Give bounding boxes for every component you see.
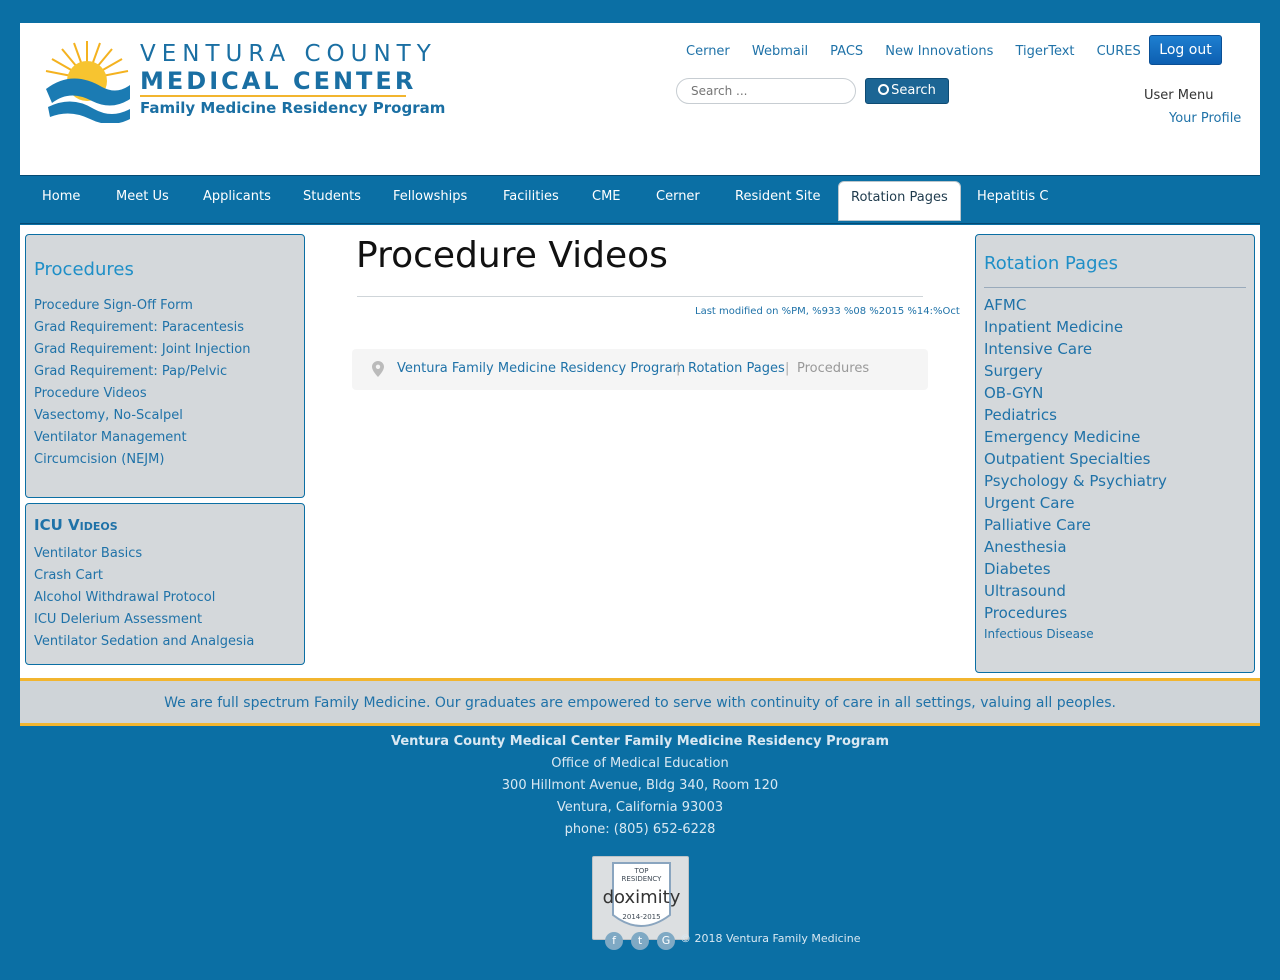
doximity-brand-text: doximity bbox=[602, 887, 681, 908]
twitter-icon[interactable]: t bbox=[631, 932, 649, 950]
rotation-link[interactable]: Palliative Care bbox=[984, 516, 1091, 534]
icu-videos-panel: ICU Videos Ventilator Basics Crash Cart … bbox=[25, 503, 305, 665]
footer-address-line2: Ventura, California 93003 bbox=[556, 800, 724, 815]
rotation-pages-panel: Rotation Pages AFMC Inpatient Medicine I… bbox=[975, 234, 1255, 673]
title-divider bbox=[357, 296, 923, 297]
site-footer: Ventura County Medical Center Family Med… bbox=[0, 734, 1280, 844]
footer-copyright: © 2018 Ventura Family Medicine bbox=[680, 932, 861, 945]
search-button[interactable]: Search bbox=[865, 78, 949, 104]
rotation-link[interactable]: Psychology & Psychiatry bbox=[984, 472, 1167, 490]
procedures-link[interactable]: Procedure Sign-Off Form bbox=[34, 298, 193, 313]
top-link-tigertext[interactable]: TigerText bbox=[1015, 44, 1074, 59]
sunrise-logo-icon bbox=[45, 41, 130, 123]
icu-videos-link[interactable]: Ventilator Sedation and Analgesia bbox=[34, 634, 254, 649]
icu-videos-link[interactable]: Ventilator Basics bbox=[34, 546, 142, 561]
rotation-link[interactable]: Surgery bbox=[984, 362, 1043, 380]
nav-item-cme[interactable]: CME bbox=[592, 189, 621, 204]
procedures-link[interactable]: Grad Requirement: Joint Injection bbox=[34, 342, 251, 357]
main-nav: Home Meet Us Applicants Students Fellows… bbox=[20, 175, 1260, 224]
nav-item-applicants[interactable]: Applicants bbox=[203, 189, 271, 204]
footer-address-line1: 300 Hillmont Avenue, Bldg 340, Room 120 bbox=[501, 778, 779, 793]
breadcrumb-separator: | bbox=[785, 361, 790, 376]
footer-office: Office of Medical Education bbox=[551, 756, 729, 771]
procedures-link[interactable]: Grad Requirement: Pap/Pelvic bbox=[34, 364, 227, 379]
rotation-pages-divider bbox=[984, 287, 1246, 288]
last-modified: Last modified on %PM, %933 %08 %2015 %14… bbox=[695, 306, 960, 317]
search-button-label: Search bbox=[891, 83, 936, 98]
rotation-link[interactable]: Emergency Medicine bbox=[984, 428, 1140, 446]
map-pin-icon bbox=[372, 361, 384, 377]
site-logo[interactable]: VENTURA COUNTY MEDICAL CENTER Family Med… bbox=[42, 39, 445, 123]
breadcrumb: Ventura Family Medicine Residency Progra… bbox=[352, 349, 928, 390]
top-link-new-innovations[interactable]: New Innovations bbox=[885, 44, 993, 59]
badge-top-text: TOP bbox=[634, 867, 649, 875]
top-link-webmail[interactable]: Webmail bbox=[752, 44, 808, 59]
nav-item-hepatitis-c[interactable]: Hepatitis C bbox=[977, 189, 1048, 204]
rotation-link[interactable]: Intensive Care bbox=[984, 340, 1092, 358]
nav-item-cerner[interactable]: Cerner bbox=[656, 189, 700, 204]
facebook-icon[interactable]: f bbox=[605, 932, 623, 950]
icu-videos-link[interactable]: Crash Cart bbox=[34, 568, 103, 583]
site-header: VENTURA COUNTY MEDICAL CENTER Family Med… bbox=[20, 23, 1260, 175]
rotation-link[interactable]: AFMC bbox=[984, 296, 1026, 314]
logo-divider bbox=[140, 95, 406, 97]
rotation-pages-panel-title: Rotation Pages bbox=[984, 253, 1118, 274]
user-menu-title: User Menu bbox=[1144, 88, 1214, 103]
badge-years-text: 2014-2015 bbox=[622, 913, 661, 921]
nav-item-students[interactable]: Students bbox=[303, 189, 361, 204]
top-link-cures[interactable]: CURES bbox=[1097, 44, 1141, 59]
rotation-link[interactable]: Anesthesia bbox=[984, 538, 1067, 556]
nav-item-fellowships[interactable]: Fellowships bbox=[393, 189, 467, 204]
icu-videos-panel-title: ICU Videos bbox=[34, 516, 118, 534]
procedures-link[interactable]: Vasectomy, No-Scalpel bbox=[34, 408, 183, 423]
doximity-badge[interactable]: TOP RESIDENCY doximity 2014-2015 bbox=[592, 856, 689, 940]
footer-org-name: Ventura County Medical Center Family Med… bbox=[391, 734, 889, 749]
tagline-band: We are full spectrum Family Medicine. Ou… bbox=[20, 678, 1260, 726]
rotation-link[interactable]: Urgent Care bbox=[984, 494, 1075, 512]
rotation-link[interactable]: Pediatrics bbox=[984, 406, 1057, 424]
google-icon[interactable]: G bbox=[657, 932, 675, 950]
rotation-link[interactable]: Procedures bbox=[984, 604, 1067, 622]
nav-item-meet-us[interactable]: Meet Us bbox=[116, 189, 169, 204]
logo-text-line1: VENTURA COUNTY bbox=[140, 41, 437, 67]
icu-videos-link[interactable]: ICU Delerium Assessment bbox=[34, 612, 202, 627]
logo-text-line3: Family Medicine Residency Program bbox=[140, 99, 446, 117]
tagline-text: We are full spectrum Family Medicine. Ou… bbox=[164, 695, 1116, 711]
badge-residency-text: RESIDENCY bbox=[621, 875, 662, 883]
rotation-link[interactable]: Diabetes bbox=[984, 560, 1051, 578]
search-icon bbox=[878, 84, 890, 95]
nav-item-home[interactable]: Home bbox=[42, 189, 80, 204]
rotation-link[interactable]: Infectious Disease bbox=[984, 627, 1094, 641]
procedures-link[interactable]: Grad Requirement: Paracentesis bbox=[34, 320, 244, 335]
rotation-link[interactable]: Inpatient Medicine bbox=[984, 318, 1123, 336]
breadcrumb-current: Procedures bbox=[797, 361, 870, 376]
breadcrumb-item[interactable]: Ventura Family Medicine Residency Progra… bbox=[397, 361, 685, 376]
top-link-cerner[interactable]: Cerner bbox=[686, 44, 730, 59]
procedures-panel: Procedures Procedure Sign-Off Form Grad … bbox=[25, 234, 305, 498]
nav-item-facilities[interactable]: Facilities bbox=[503, 189, 559, 204]
icu-videos-link[interactable]: Alcohol Withdrawal Protocol bbox=[34, 590, 215, 605]
your-profile-link[interactable]: Your Profile bbox=[1169, 111, 1241, 126]
breadcrumb-item[interactable]: Rotation Pages bbox=[688, 361, 785, 376]
breadcrumb-separator: | bbox=[676, 361, 681, 376]
search-input[interactable] bbox=[676, 78, 856, 104]
rotation-link[interactable]: Ultrasound bbox=[984, 582, 1066, 600]
top-links: Cerner Webmail PACS New Innovations Tige… bbox=[686, 40, 1158, 59]
top-link-pacs[interactable]: PACS bbox=[830, 44, 863, 59]
logo-text-line2: MEDICAL CENTER bbox=[140, 67, 417, 95]
footer-phone: phone: (805) 652-6228 bbox=[564, 822, 716, 837]
page-title: Procedure Videos bbox=[356, 235, 668, 276]
logout-button[interactable]: Log out bbox=[1149, 35, 1222, 65]
procedures-link[interactable]: Procedure Videos bbox=[34, 386, 147, 401]
rotation-link[interactable]: Outpatient Specialties bbox=[984, 450, 1150, 468]
procedures-link[interactable]: Ventilator Management bbox=[34, 430, 187, 445]
rotation-link[interactable]: OB-GYN bbox=[984, 384, 1043, 402]
procedures-link[interactable]: Circumcision (NEJM) bbox=[34, 452, 164, 467]
nav-item-resident-site[interactable]: Resident Site bbox=[735, 189, 821, 204]
procedures-panel-title: Procedures bbox=[34, 259, 134, 280]
nav-item-rotation-pages[interactable]: Rotation Pages bbox=[838, 181, 961, 221]
